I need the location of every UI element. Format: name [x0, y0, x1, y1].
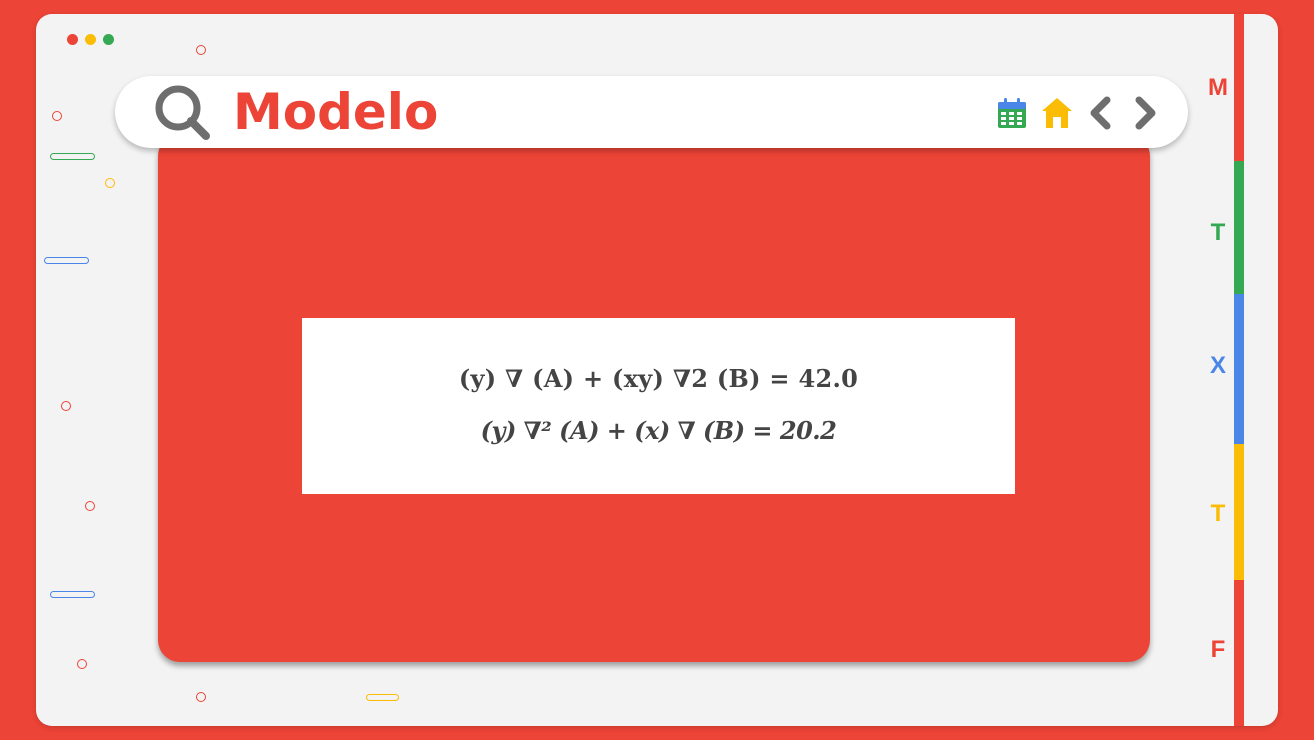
home-icon[interactable]	[1041, 96, 1073, 130]
decor-pill	[50, 153, 95, 160]
calendar-icon[interactable]	[996, 96, 1028, 130]
chevron-right-icon[interactable]	[1129, 96, 1161, 130]
decor-ring	[196, 692, 206, 702]
search-bar[interactable]: Modelo	[115, 76, 1188, 148]
maximize-dot[interactable]	[103, 34, 114, 45]
decor-ring	[196, 45, 206, 55]
content-card: (y) ∇ (A) + (xy) ∇2 (B) = 42.0 (y) ∇² (A…	[158, 134, 1150, 662]
decor-pill	[366, 694, 399, 701]
decor-ring	[105, 178, 115, 188]
decor-ring	[61, 401, 71, 411]
side-tab-label-t[interactable]: T	[1196, 218, 1240, 248]
decor-pill	[50, 591, 95, 598]
equation-image: (y) ∇ (A) + (xy) ∇2 (B) = 42.0 (y) ∇² (A…	[302, 318, 1015, 494]
close-dot[interactable]	[67, 34, 78, 45]
side-tab-label-x[interactable]: X	[1196, 351, 1240, 381]
side-tab-label-m[interactable]: M	[1196, 73, 1240, 103]
decor-ring	[77, 659, 87, 669]
page-title: Modelo	[233, 83, 439, 141]
equation-line-1: (y) ∇ (A) + (xy) ∇2 (B) = 42.0	[458, 364, 859, 393]
side-tab-label-t2[interactable]: T	[1196, 499, 1240, 529]
slide-page: (y) ∇ (A) + (xy) ∇2 (B) = 42.0 (y) ∇² (A…	[36, 14, 1278, 726]
equation-line-2: (y) ∇² (A) + (x) ∇ (B) = 20.2	[480, 416, 837, 445]
search-icon[interactable]	[153, 83, 213, 143]
window-controls	[67, 34, 114, 45]
chevron-left-icon[interactable]	[1085, 96, 1117, 130]
decor-ring	[52, 111, 62, 121]
decor-pill	[44, 257, 89, 264]
decor-ring	[85, 501, 95, 511]
side-tab-label-f[interactable]: F	[1196, 635, 1240, 665]
minimize-dot[interactable]	[85, 34, 96, 45]
